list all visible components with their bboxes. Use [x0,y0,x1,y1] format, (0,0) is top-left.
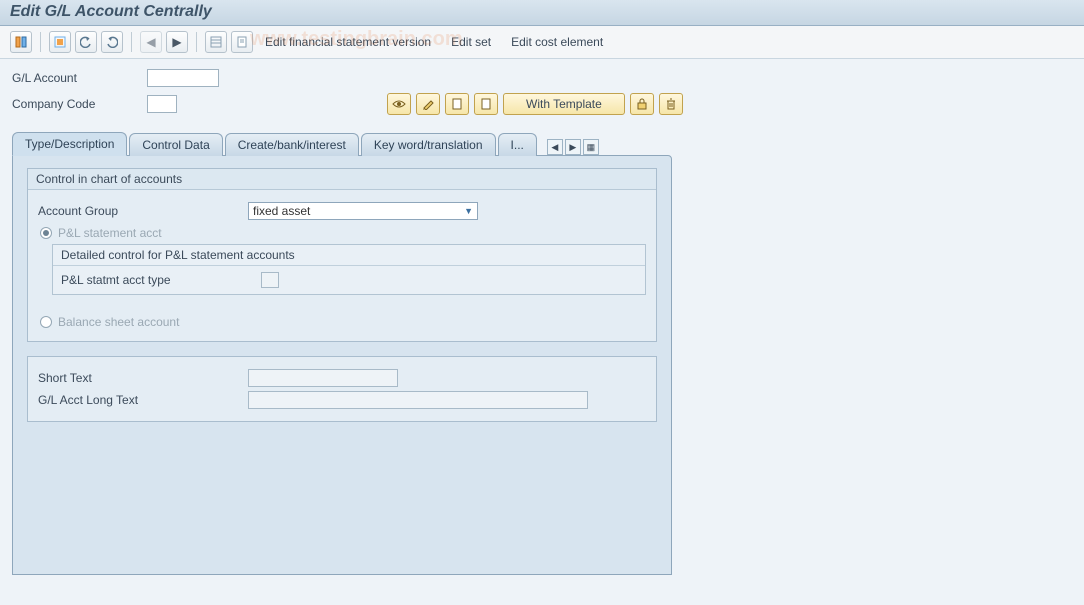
tab-create-bank-interest[interactable]: Create/bank/interest [225,133,359,156]
gl-account-input[interactable] [147,69,219,87]
long-text-label: G/L Acct Long Text [38,393,238,407]
change-icon[interactable] [416,93,440,115]
display-icon[interactable] [387,93,411,115]
toggle-icon[interactable] [10,31,32,53]
account-group-select[interactable]: fixed asset ▼ [248,202,478,220]
chevron-down-icon: ▼ [464,206,473,216]
group-title: Control in chart of accounts [28,169,656,190]
radio-icon [40,227,52,239]
radio-icon [40,316,52,328]
create-ref-icon[interactable] [474,93,498,115]
other-object-icon[interactable] [49,31,71,53]
create-icon[interactable] [445,93,469,115]
group-control-chart-accounts: Control in chart of accounts Account Gro… [27,168,657,342]
where-used-icon[interactable] [231,31,253,53]
prev-icon[interactable]: ◀ [140,31,162,53]
undo-icon[interactable] [75,31,97,53]
lock-icon[interactable] [630,93,654,115]
pl-type-label: P&L statmt acct type [61,273,251,287]
radio-pl-label: P&L statement acct [58,226,162,240]
radio-pl-statement[interactable]: P&L statement acct [40,226,646,240]
edit-set-link[interactable]: Edit set [443,31,499,53]
action-buttons: With Template [387,93,683,115]
tab-keyword-translation[interactable]: Key word/translation [361,133,496,156]
tab-list-icon[interactable]: ▦ [583,139,599,155]
app-toolbar: ◀ ▶ Edit financial statement version Edi… [0,26,1084,59]
account-group-value: fixed asset [253,204,310,218]
tab-more[interactable]: I... [498,133,537,156]
tab-panel-type-description: Control in chart of accounts Account Gro… [12,155,672,575]
radio-balance-sheet[interactable]: Balance sheet account [40,315,646,329]
short-text-label: Short Text [38,371,238,385]
separator [196,32,197,52]
account-group-label: Account Group [38,204,238,218]
redo-icon[interactable] [101,31,123,53]
short-text-input[interactable] [248,369,398,387]
pl-type-input[interactable] [261,272,279,288]
tab-headers: Type/Description Control Data Create/ban… [12,131,1072,155]
header-fields: G/L Account Company Code With Template [0,59,1084,121]
delete-icon[interactable] [659,93,683,115]
next-icon[interactable]: ▶ [166,31,188,53]
display-change-icon[interactable] [205,31,227,53]
edit-fsv-link[interactable]: Edit financial statement version [257,31,439,53]
with-template-button[interactable]: With Template [503,93,625,115]
separator [40,32,41,52]
tab-scroll-left-icon[interactable]: ◀ [547,139,563,155]
company-code-label: Company Code [12,97,137,111]
tab-control-data[interactable]: Control Data [129,133,222,156]
radio-bs-label: Balance sheet account [58,315,179,329]
page-title: Edit G/L Account Centrally [10,3,1074,21]
tab-scroll-right-icon[interactable]: ▶ [565,139,581,155]
edit-cost-element-link[interactable]: Edit cost element [503,31,611,53]
subgroup-title: Detailed control for P&L statement accou… [53,245,645,266]
company-code-input[interactable] [147,95,177,113]
separator [131,32,132,52]
long-text-input[interactable] [248,391,588,409]
tab-type-description[interactable]: Type/Description [12,132,127,156]
title-bar: Edit G/L Account Centrally [0,0,1084,26]
tab-nav: ◀ ▶ ▦ [547,139,599,155]
gl-account-label: G/L Account [12,71,137,85]
tabstrip: Type/Description Control Data Create/ban… [12,131,1072,575]
subgroup-pl-detail: Detailed control for P&L statement accou… [52,244,646,295]
group-texts: Short Text G/L Acct Long Text [27,356,657,422]
